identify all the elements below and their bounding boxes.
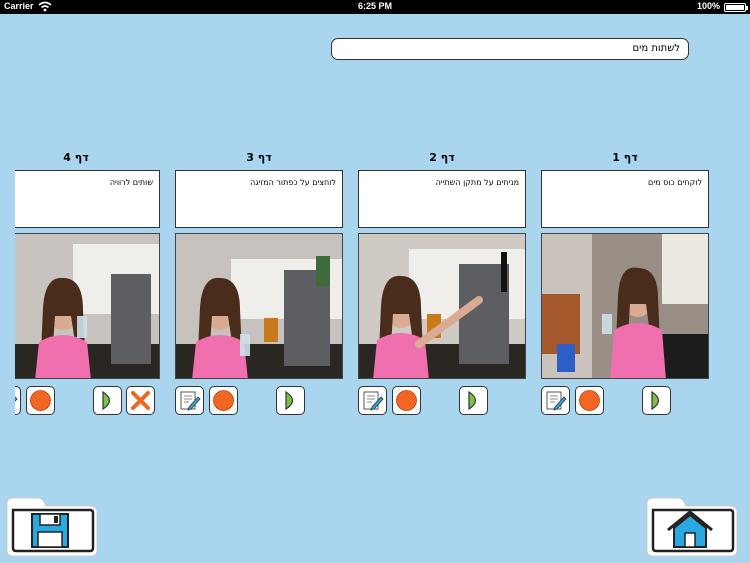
save-button[interactable] [4, 494, 100, 558]
delete-page-button[interactable] [126, 386, 155, 415]
battery-icon [724, 3, 748, 12]
record-button[interactable] [575, 386, 604, 415]
edit-icon [546, 391, 567, 411]
home-button[interactable] [644, 494, 740, 558]
page-card-3: דף 3 לוחצים על כפתור המזיגה [175, 140, 343, 420]
save-icon [6, 497, 98, 557]
play-icon [651, 390, 660, 411]
edit-button[interactable] [15, 386, 21, 415]
page-text[interactable]: שותים לרוויה [15, 170, 160, 228]
edit-button[interactable] [358, 386, 387, 415]
page-card-4: דף 4 שותים לרוויה [15, 140, 160, 420]
clock: 6:25 PM [357, 1, 392, 11]
pages-strip[interactable]: דף 1 לוקחים כוס מים דף 2 מניחים על מתקן … [15, 140, 750, 430]
page-text[interactable]: לוחצים על כפתור המזיגה [175, 170, 343, 228]
record-icon [213, 390, 234, 411]
edit-button[interactable] [175, 386, 204, 415]
page-card-2: דף 2 מניחים על מתקן השתייה [358, 140, 526, 420]
page-text[interactable]: מניחים על מתקן השתייה [358, 170, 526, 228]
edit-icon [180, 391, 201, 411]
play-button[interactable] [276, 386, 305, 415]
page-photo[interactable] [175, 233, 343, 379]
page-title: דף 4 [63, 151, 89, 164]
page-text[interactable]: לוקחים כוס מים [541, 170, 709, 228]
page-title: דף 2 [429, 151, 455, 164]
record-icon [579, 390, 600, 411]
delete-icon [131, 391, 150, 410]
status-bar: Carrier 6:25 PM 100% [0, 0, 750, 14]
play-icon [468, 390, 477, 411]
play-button[interactable] [642, 386, 671, 415]
record-icon [396, 390, 417, 411]
play-button[interactable] [93, 386, 122, 415]
record-button[interactable] [26, 386, 55, 415]
page-title: דף 3 [246, 151, 272, 164]
page-photo[interactable] [541, 233, 709, 379]
play-button[interactable] [459, 386, 488, 415]
record-button[interactable] [209, 386, 238, 415]
record-icon [30, 390, 51, 411]
record-button[interactable] [392, 386, 421, 415]
edit-icon [363, 391, 384, 411]
page-title: דף 1 [612, 151, 638, 164]
page-photo[interactable] [358, 233, 526, 379]
page-card-1: דף 1 לוקחים כוס מים [541, 140, 709, 420]
edit-button[interactable] [541, 386, 570, 415]
edit-icon [15, 396, 18, 402]
battery-percent: 100% [696, 1, 720, 11]
home-icon [646, 497, 738, 557]
play-icon [102, 390, 111, 411]
story-title-input[interactable]: לשתות מים [331, 38, 689, 60]
play-icon [285, 390, 294, 411]
page-photo[interactable] [15, 233, 160, 379]
